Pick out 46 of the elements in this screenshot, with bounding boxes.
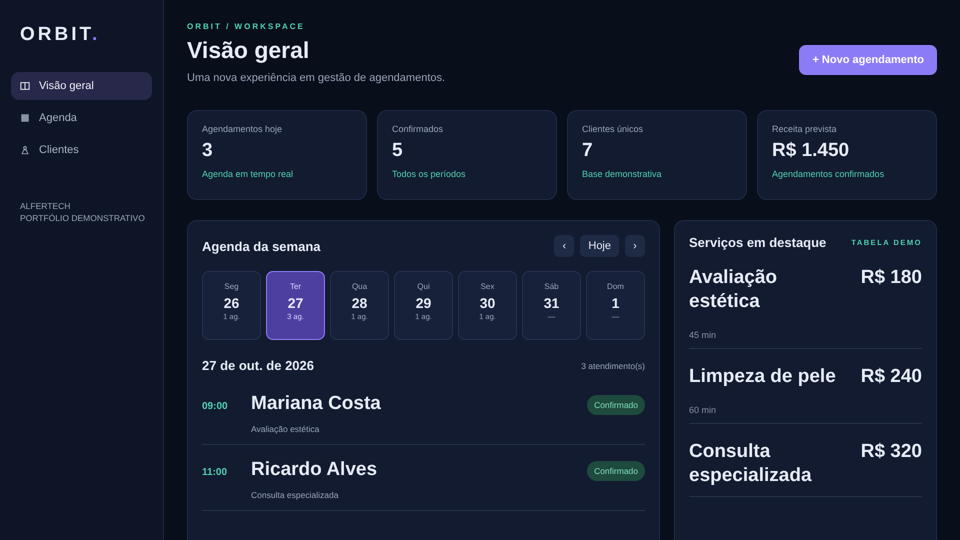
- stat-note: Base demonstrativa: [582, 169, 663, 179]
- previous-button[interactable]: ‹: [554, 235, 574, 257]
- stat-label: Confirmados: [392, 124, 444, 134]
- logo: ORBIT.: [19, 24, 100, 46]
- stat-value: R$ 1.450: [772, 140, 850, 162]
- nav-item[interactable]: Clientes: [11, 136, 152, 164]
- appointment-time: 09:00: [202, 400, 229, 412]
- person-icon: [20, 145, 30, 155]
- stat-value: 7: [582, 140, 594, 162]
- stat-note: Agendamentos confirmados: [772, 169, 886, 179]
- stat-value: 3: [202, 140, 214, 162]
- service-name: Consulta especializada: [251, 490, 340, 500]
- breadcrumb: ORBIT / WORKSPACE: [187, 22, 306, 31]
- panel-icon: [20, 81, 30, 91]
- service-price: R$ 320: [860, 440, 922, 464]
- footer-text: PORTFÓLIO DEMONSTRATIVO: [20, 212, 146, 224]
- next-button[interactable]: ›: [625, 235, 645, 257]
- stat-value: 5: [392, 140, 404, 162]
- today-button[interactable]: Hoje: [580, 235, 619, 257]
- stat-note: Todos os períodos: [392, 169, 467, 179]
- appointment-count: 3 atendimento(s): [581, 360, 645, 370]
- stat-label: Receita prevista: [772, 124, 838, 134]
- panel-title: Serviços em destaque: [689, 235, 826, 250]
- page-subtitle: Uma nova experiência em gestão de agendamentos.: [187, 72, 446, 84]
- service-title: Consulta especializada: [689, 440, 813, 488]
- appointment-time: 11:00: [202, 466, 228, 478]
- stat-label: Clientes únicos: [582, 124, 644, 134]
- stat-label: Agendamentos hoje: [202, 124, 284, 134]
- page-title: Visão geral: [187, 37, 310, 64]
- panel-title: Agenda da semana: [202, 238, 320, 254]
- service-price: R$ 180: [860, 266, 922, 290]
- nav-item[interactable]: Visão geral: [11, 72, 152, 100]
- stat-note: Agenda em tempo real: [202, 169, 294, 179]
- service-name: Avaliação estética: [251, 424, 320, 434]
- service-duration: 60 min: [689, 405, 718, 415]
- client-name: Ricardo Alves: [251, 459, 378, 481]
- nav-item[interactable]: Agenda: [11, 104, 152, 132]
- service-title: Avaliação estética: [689, 266, 778, 314]
- service-price: R$ 240: [860, 365, 922, 389]
- footer-text: ALFERTECH: [20, 200, 72, 212]
- service-title: Limpeza de pele: [689, 365, 837, 389]
- selected-date: 27 de out. de 2026: [202, 358, 314, 373]
- client-name: Mariana Costa: [251, 393, 382, 415]
- status-badge: Confirmado: [587, 461, 645, 481]
- status-badge: Confirmado: [587, 395, 645, 415]
- service-duration: 45 min: [689, 330, 718, 340]
